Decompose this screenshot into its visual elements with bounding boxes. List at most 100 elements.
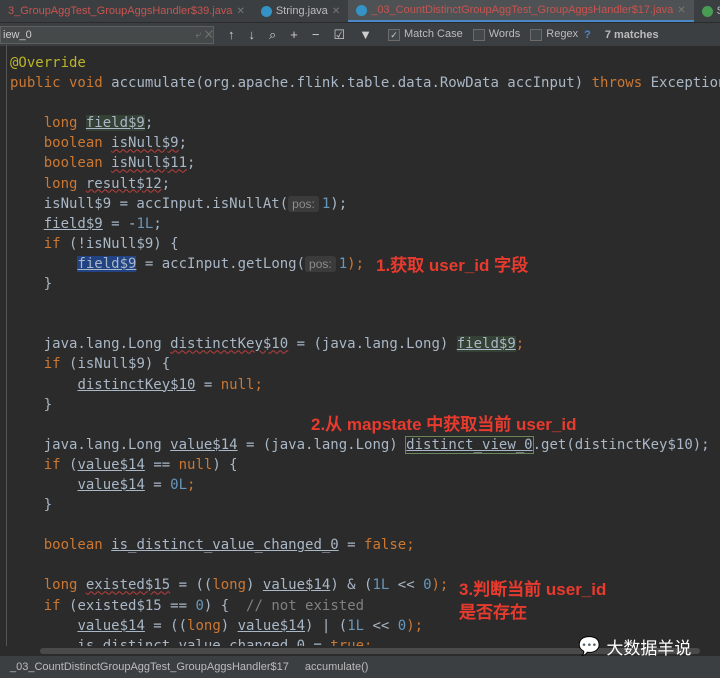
code-token: = — [338, 537, 365, 554]
code-token: << — [364, 617, 398, 634]
code-token: = (( — [144, 617, 188, 634]
code-token: = accInput.getLong( — [136, 255, 306, 272]
regex-checkbox[interactable]: Regex — [530, 28, 579, 41]
code-token: java.lang.Long — [10, 336, 171, 353]
code-token: << — [389, 577, 424, 594]
tab[interactable]: _03_CountDistinctGroupAggTest_GroupAggsH… — [348, 0, 694, 22]
tab[interactable]: 3_GroupAggTest_GroupAggsHandler$39.java ✕ — [0, 0, 253, 22]
code-token: 0L — [170, 476, 188, 493]
code-token: ; — [161, 175, 171, 192]
code-line: } — [10, 395, 720, 415]
code-line: long result$12; — [10, 174, 720, 194]
add-selection-icon[interactable]: + — [290, 27, 298, 42]
code-line: } — [10, 495, 720, 515]
code-token: ) { — [212, 456, 238, 473]
code-token: ); — [406, 617, 424, 634]
code-token: if — [10, 456, 70, 473]
code-token: 1 — [338, 255, 348, 272]
match-case-checkbox[interactable]: ✓ Match Case — [388, 28, 463, 41]
code-token: if — [10, 356, 70, 373]
code-token: ; — [144, 115, 154, 132]
code-token: is_distinct_value_changed_0 — [111, 537, 339, 554]
code-line: field$9 = accInput.getLong(pos: 1); — [10, 254, 720, 274]
code-token: value$14 — [77, 617, 145, 634]
code-line: if (!isNull$9) { — [10, 234, 720, 254]
code-token: boolean — [10, 155, 112, 172]
code-token: 1L — [347, 617, 365, 634]
code-token: if — [10, 597, 70, 614]
code-token: distinctKey$10 — [170, 336, 289, 353]
code-line: } — [10, 274, 720, 294]
tab-label: _03_CountDistinctGroupAggTest_GroupAggsH… — [371, 4, 674, 16]
code-token: field$9 — [456, 336, 516, 353]
code-token: field$9 — [85, 115, 145, 132]
code-line: @Override — [10, 53, 720, 73]
code-token: value$14 — [237, 617, 306, 634]
code-token: Exception — [650, 75, 720, 92]
code-token: long — [10, 577, 86, 594]
regex-label: Regex — [546, 28, 579, 41]
search-input[interactable]: iew_0 ⤶ ✕ — [0, 25, 214, 44]
filter-icon[interactable]: ▼ — [359, 27, 372, 42]
code-token: = — [144, 476, 171, 493]
remove-selection-icon[interactable]: − — [312, 27, 320, 42]
code-token: value$14 — [77, 456, 145, 473]
select-all-icon[interactable]: ☑ — [333, 27, 345, 43]
wechat-icon: 💬 — [578, 636, 601, 656]
prev-occurrence-icon[interactable]: ↑ — [228, 27, 235, 42]
code-token: ); — [330, 195, 348, 212]
match-count: 7 matches — [604, 28, 659, 41]
annotation-1: 1.获取 user_id 字段 — [376, 256, 529, 275]
search-value: iew_0 — [3, 28, 32, 41]
tab[interactable]: StateDataViewStore — [694, 0, 720, 22]
code-token: 0 — [397, 617, 407, 634]
checkbox-checked-icon: ✓ — [388, 28, 400, 41]
breadcrumb-method[interactable]: accumulate() — [305, 661, 369, 673]
code-line: if (existed$15 == 0) { // not existed — [10, 596, 720, 616]
code-token: } — [10, 276, 53, 293]
code-token: throws — [591, 75, 651, 92]
code-token: (existed$15 == — [69, 597, 196, 614]
close-tab-icon[interactable]: ✕ — [236, 6, 244, 17]
code-token: (!isNull$9) { — [69, 235, 179, 252]
code-token: isNull$9 = accInput.isNullAt( — [10, 195, 289, 212]
code-token: distinctKey$10 — [77, 376, 196, 393]
next-occurrence-icon[interactable]: ↓ — [249, 27, 256, 42]
checkbox-icon — [530, 28, 543, 41]
code-token: ; — [178, 135, 188, 152]
tab-label: 3_GroupAggTest_GroupAggsHandler$39.java — [8, 5, 233, 17]
code-line: value$14 = 0L; — [10, 475, 720, 495]
java-class-icon — [260, 5, 272, 17]
regex-help-link[interactable]: ? — [584, 29, 591, 41]
code-token: field$9 — [43, 215, 103, 232]
code-token: existed$15 — [85, 577, 171, 594]
code-token: ; — [406, 537, 415, 554]
code-token: = (java.lang.Long) — [237, 436, 407, 453]
code-token: accumulate(org.apache.flink.table.data.R… — [111, 75, 592, 92]
breadcrumb-class[interactable]: _03_CountDistinctGroupAggTest_GroupAggsH… — [10, 661, 289, 673]
code-line: field$9 = -1L; — [10, 214, 720, 234]
java-class-icon — [701, 5, 713, 17]
code-token: == — [144, 456, 179, 473]
words-label: Words — [488, 28, 521, 41]
words-checkbox[interactable]: Words — [472, 28, 521, 41]
find-all-icon[interactable]: ⌕ — [269, 27, 276, 43]
code-token: distinct_view_0 — [405, 435, 534, 454]
code-token: isNull$11 — [111, 155, 188, 172]
code-line: if (value$14 == null) { — [10, 455, 720, 475]
close-tab-icon[interactable]: ✕ — [332, 6, 340, 17]
close-tab-icon[interactable]: ✕ — [677, 5, 685, 16]
java-class-icon — [356, 4, 368, 16]
tab[interactable]: String.java ✕ — [253, 0, 348, 22]
code-line: java.lang.Long distinctKey$10 = (java.la… — [10, 334, 720, 354]
code-line: if (isNull$9) { — [10, 354, 720, 374]
code-editor[interactable]: @Override public void accumulate(org.apac… — [10, 53, 720, 656]
code-token: isNull$9 — [111, 135, 179, 152]
code-token: } — [10, 396, 53, 413]
code-token: 0 — [195, 597, 204, 614]
code-token: null — [220, 376, 255, 393]
